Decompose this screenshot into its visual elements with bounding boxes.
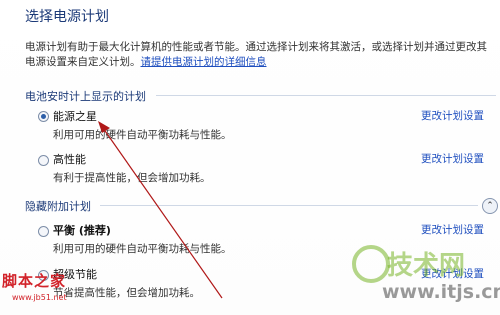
- change-plan-settings-link-balanced[interactable]: 更改计划设置: [421, 222, 484, 237]
- power-options-page: 选择电源计划 电源计划有助于最大化计算机的性能或者节能。通过选择计划来将其激活，…: [0, 0, 500, 315]
- plan-name-high-performance: 高性能: [53, 153, 86, 166]
- plan-radio-high-performance[interactable]: [38, 155, 49, 166]
- plan-name-balanced: 平衡 (推荐): [53, 224, 111, 237]
- battery-plans-heading: 电池安时计上显示的计划: [25, 90, 146, 103]
- section-divider: [156, 95, 496, 96]
- plan-desc-high-performance: 有利于提高性能，但会增加功耗。: [53, 172, 211, 184]
- plan-desc-balanced: 利用可用的硬件自动平衡功耗与性能。: [53, 243, 232, 255]
- change-plan-settings-link-high-performance[interactable]: 更改计划设置: [421, 151, 484, 166]
- section-divider: [100, 205, 478, 206]
- page-title: 选择电源计划: [25, 9, 109, 25]
- watermark-left-url: www.jb51.net: [12, 293, 67, 302]
- plan-name-energy-star: 能源之星: [53, 110, 97, 123]
- change-plan-settings-link-power-saver[interactable]: 更改计划设置: [421, 266, 484, 281]
- plan-radio-balanced[interactable]: [38, 226, 49, 237]
- collapse-chevron-icon[interactable]: ⌃: [482, 198, 498, 214]
- watermark-left-text: 脚本之家: [2, 272, 67, 290]
- watermark-logo-url: www.itjs.cn: [382, 281, 500, 303]
- intro-text: 电源计划有助于最大化计算机的性能或者节能。通过选择计划来将其激活，或选择计划并通…: [25, 40, 495, 70]
- change-plan-settings-link-energy-star[interactable]: 更改计划设置: [421, 108, 484, 123]
- plan-desc-power-saver: 节省提高性能，但会增加功耗。: [53, 287, 200, 299]
- hidden-plans-heading: 隐藏附加计划: [25, 200, 91, 213]
- plan-desc-energy-star: 利用可用的硬件自动平衡功耗与性能。: [53, 129, 232, 141]
- watermark-logo-circle-icon: [352, 245, 390, 283]
- plan-radio-energy-star[interactable]: [38, 111, 49, 122]
- plan-details-link[interactable]: 请提供电源计划的详细信息: [141, 56, 267, 68]
